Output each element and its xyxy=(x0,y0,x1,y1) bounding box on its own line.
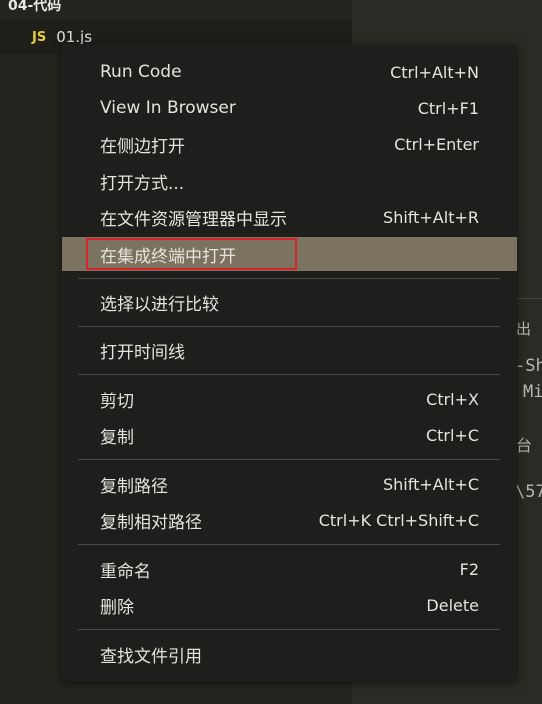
menu-item-delete[interactable]: 删除 Delete xyxy=(62,588,517,622)
terminal-text-fragment: 台 xyxy=(516,436,533,455)
panel-tab-fragment: 出 xyxy=(516,320,532,338)
menu-item-select-for-compare[interactable]: 选择以进行比较 xyxy=(62,285,517,319)
annotation-highlight-box xyxy=(86,238,297,270)
menu-item-shortcut: Delete xyxy=(426,595,479,615)
folder-row[interactable]: 04-代码 xyxy=(0,0,352,18)
menu-separator xyxy=(78,544,500,545)
menu-item-copy-relative-path[interactable]: 复制相对路径 Ctrl+K Ctrl+Shift+C xyxy=(62,503,517,537)
menu-item-shortcut: Shift+Alt+R xyxy=(383,207,479,227)
terminal-text-fragment: \57 xyxy=(515,482,542,502)
menu-item-label: 选择以进行比较 xyxy=(100,294,219,315)
menu-item-label: 复制相对路径 xyxy=(100,512,202,533)
menu-item-view-in-browser[interactable]: View In Browser Ctrl+F1 xyxy=(62,91,517,125)
menu-separator xyxy=(78,459,500,460)
menu-item-shortcut: Ctrl+C xyxy=(425,425,479,445)
menu-item-label: 复制路径 xyxy=(100,476,168,497)
menu-item-shortcut: Ctrl+Enter xyxy=(394,134,479,154)
menu-item-label: 打开时间线 xyxy=(100,342,185,363)
terminal-text-fragment: -Sh xyxy=(515,356,542,376)
menu-item-open-in-terminal[interactable]: 在集成终端中打开 xyxy=(62,237,517,271)
menu-item-reveal-in-explorer[interactable]: 在文件资源管理器中显示 Shift+Alt+R xyxy=(62,200,517,234)
menu-item-open-timeline[interactable]: 打开时间线 xyxy=(62,333,517,367)
menu-separator xyxy=(78,374,500,375)
menu-item-shortcut: Ctrl+F1 xyxy=(417,98,479,118)
folder-label: 04-代码 xyxy=(8,0,62,14)
menu-item-label: 打开方式... xyxy=(100,173,185,194)
menu-separator xyxy=(78,629,500,630)
menu-item-shortcut: F2 xyxy=(459,559,479,579)
terminal-text-fragment: Mi xyxy=(523,382,542,402)
menu-item-label: 删除 xyxy=(100,597,134,618)
menu-item-label: Run Code xyxy=(100,62,182,82)
menu-item-copy-path[interactable]: 复制路径 Shift+Alt+C xyxy=(62,467,517,501)
menu-item-label: 在侧边打开 xyxy=(100,136,185,157)
menu-item-shortcut: Ctrl+X xyxy=(426,389,479,409)
menu-item-label: 查找文件引用 xyxy=(100,646,202,667)
menu-item-label: 剪切 xyxy=(100,391,134,412)
menu-item-label: 在文件资源管理器中显示 xyxy=(100,209,287,230)
menu-item-label: 复制 xyxy=(100,427,134,448)
menu-item-rename[interactable]: 重命名 F2 xyxy=(62,552,517,586)
menu-separator xyxy=(78,326,500,327)
menu-item-copy[interactable]: 复制 Ctrl+C xyxy=(62,418,517,452)
menu-item-shortcut: Ctrl+K Ctrl+Shift+C xyxy=(318,510,479,530)
menu-item-open-to-side[interactable]: 在侧边打开 Ctrl+Enter xyxy=(62,127,517,161)
context-menu: Run Code Ctrl+Alt+N View In Browser Ctrl… xyxy=(62,44,517,681)
menu-item-shortcut: Shift+Alt+C xyxy=(382,474,479,494)
menu-separator xyxy=(78,278,500,279)
menu-item-label: View In Browser xyxy=(100,98,236,118)
menu-item-label: 重命名 xyxy=(100,561,151,582)
menu-item-shortcut: Ctrl+Alt+N xyxy=(390,62,479,82)
js-file-icon: JS xyxy=(32,29,47,45)
menu-item-open-with[interactable]: 打开方式... xyxy=(62,164,517,198)
menu-item-cut[interactable]: 剪切 Ctrl+X xyxy=(62,382,517,416)
menu-item-run-code[interactable]: Run Code Ctrl+Alt+N xyxy=(62,55,517,89)
menu-item-find-file-references[interactable]: 查找文件引用 xyxy=(62,637,517,671)
